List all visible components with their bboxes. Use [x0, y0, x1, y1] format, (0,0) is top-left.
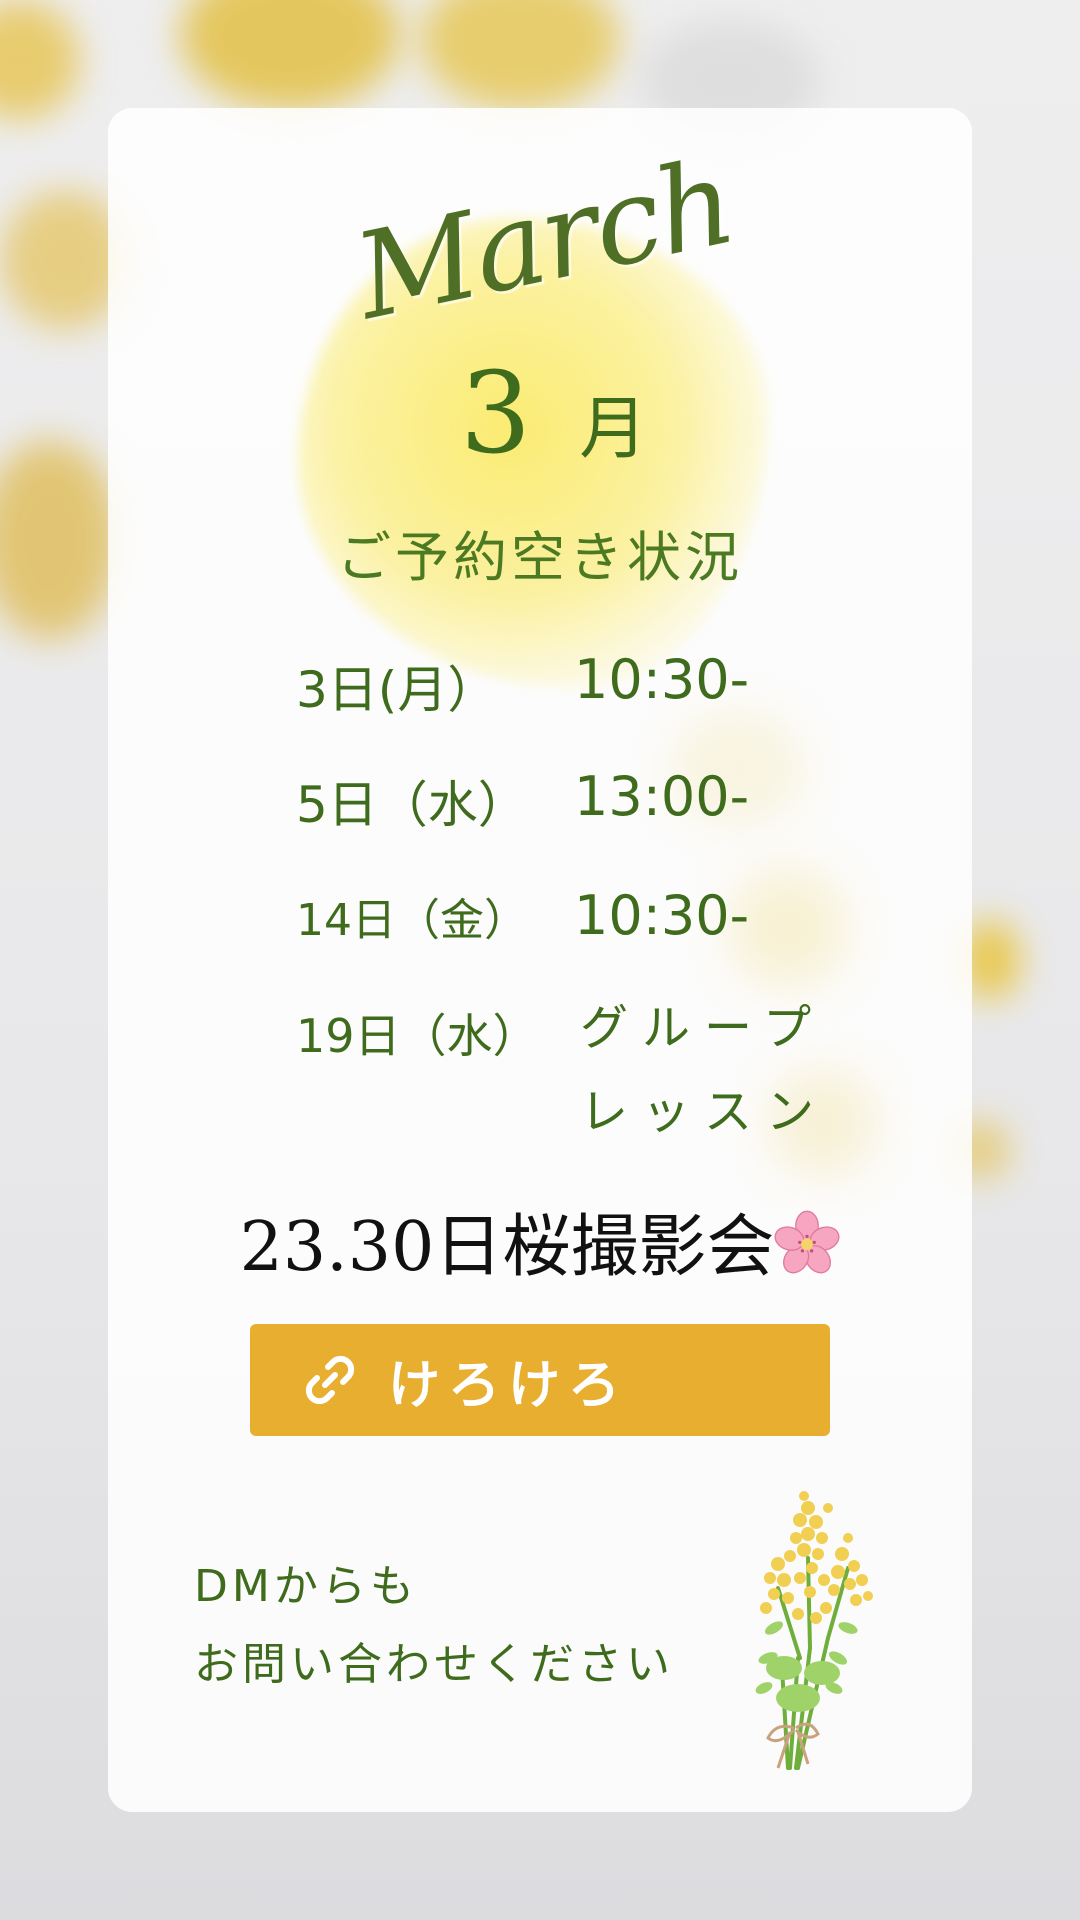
page-subtitle: ご予約空き状況 [337, 526, 743, 589]
mimosa-blur-decoration [0, 0, 80, 120]
schedule-time: 13:00- [574, 765, 750, 828]
schedule-time: 10:30- [574, 884, 750, 947]
link-button[interactable]: けろけろ [250, 1324, 830, 1436]
schedule-time-line: グループ [580, 1000, 826, 1056]
special-event: 23.30日桜撮影会 [108, 1191, 972, 1290]
schedule-day: 19日（水） [296, 1009, 539, 1063]
month-heading: 3 月 [460, 358, 647, 472]
schedule-day: 5日（水） [296, 776, 528, 834]
contact-line: お問い合わせください [194, 1639, 674, 1690]
contact-note: DMからも お問い合わせください [194, 1548, 674, 1704]
schedule-time-line: レッスン [580, 1084, 829, 1140]
mimosa-blur-decoration [420, 0, 620, 110]
link-icon [305, 1355, 355, 1405]
month-suffix: 月 [579, 390, 648, 469]
schedule-day: 3日(月） [296, 661, 498, 719]
schedule-card: March 3 月 ご予約空き状況 3日(月） 10:30- 5日（水） 13:… [108, 108, 972, 1812]
mimosa-blur-decoration [0, 440, 120, 640]
schedule-day: 14日（金） [296, 895, 528, 946]
link-button-label: けろけろ [388, 1355, 629, 1416]
schedule-time: 10:30- [574, 648, 750, 711]
mimosa-bouquet-icon [755, 1491, 873, 1770]
schedule-time: グループ レッスン [580, 986, 828, 1154]
mimosa-blur-decoration [180, 0, 400, 110]
cherry-blossom-icon [774, 1210, 840, 1274]
special-event-text: 23.30日桜撮影会 [239, 1208, 775, 1287]
month-number: 3 [460, 349, 532, 479]
contact-line: DMからも [194, 1561, 418, 1612]
